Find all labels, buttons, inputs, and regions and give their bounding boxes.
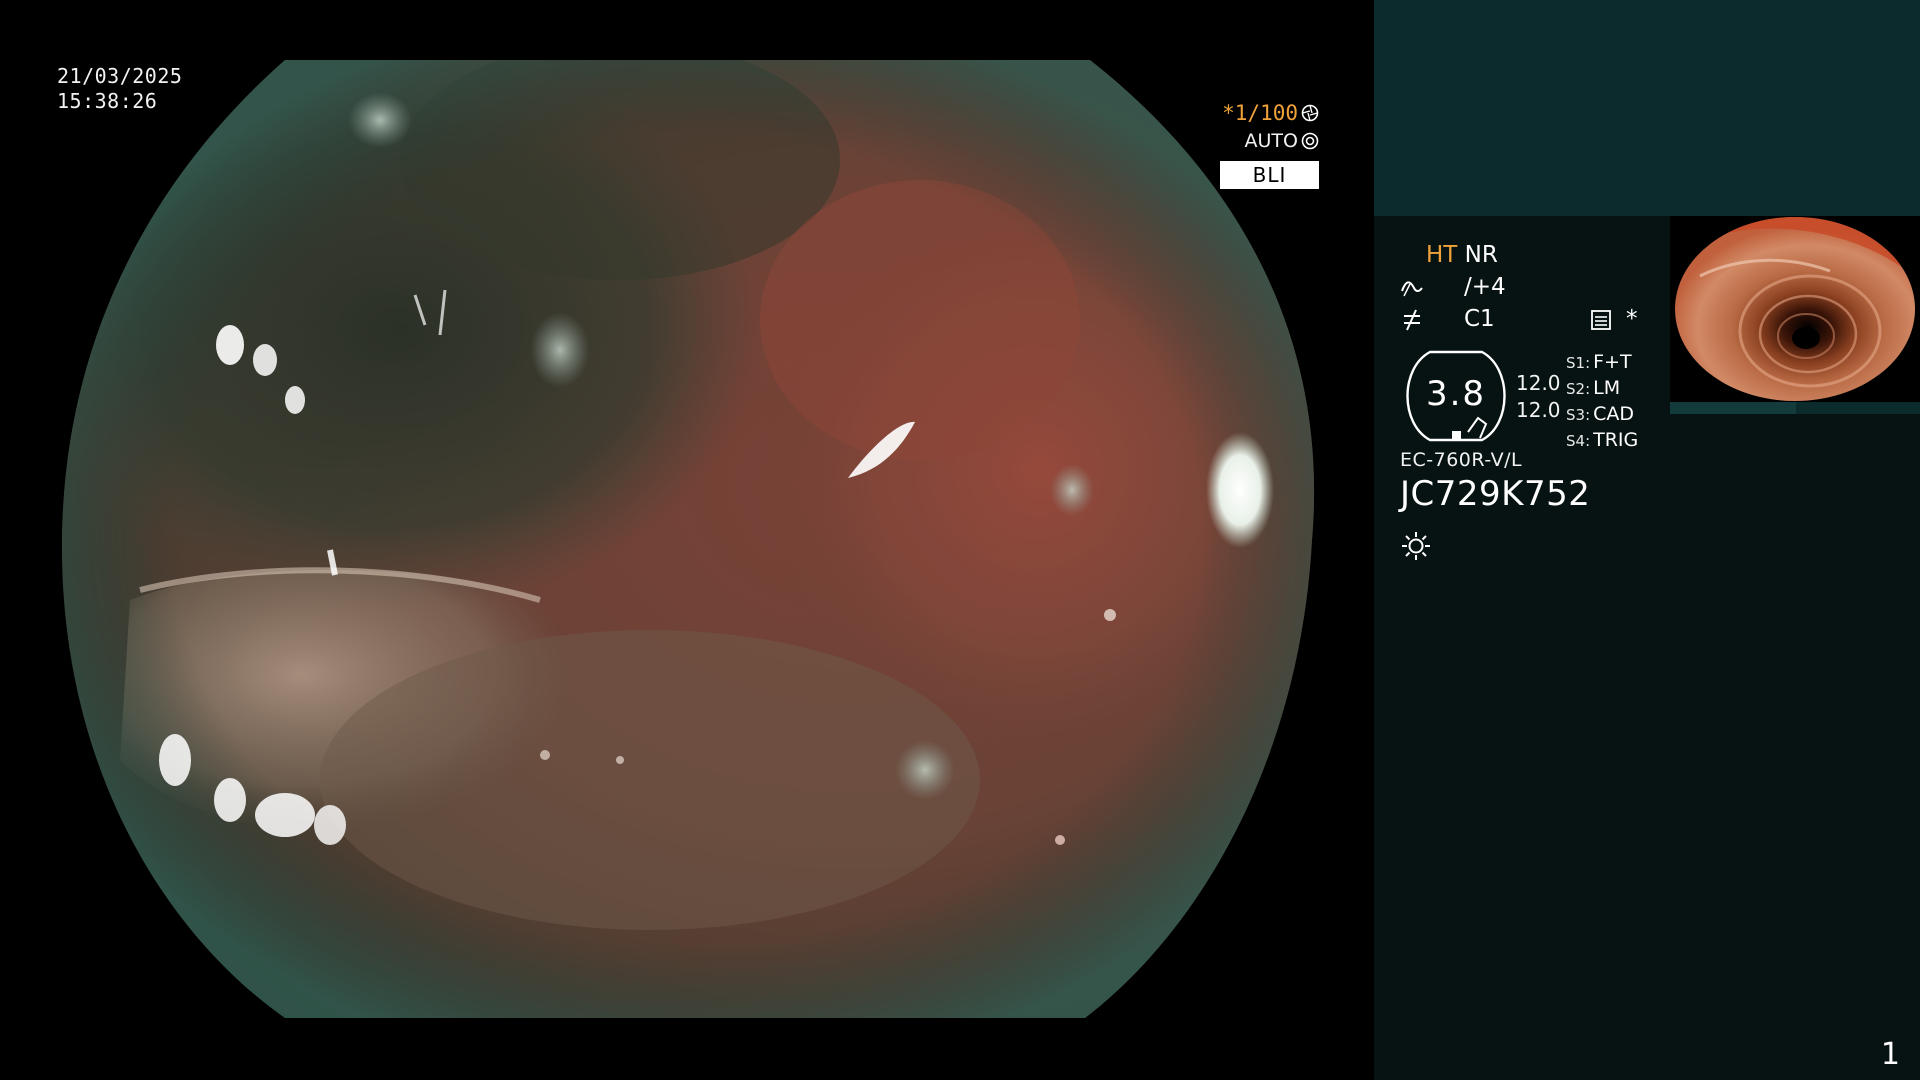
switch-key: S3: <box>1566 406 1591 424</box>
endoscopic-image <box>61 60 1315 1018</box>
image-thumbnail <box>1670 216 1920 402</box>
switch-value: F+T <box>1593 351 1632 373</box>
memory-mark: * <box>1626 306 1638 332</box>
shutter-row: *1/100 <box>1222 99 1319 127</box>
thumbnail-bar-segment <box>1670 402 1796 414</box>
gauge-lower-value: 12.0 <box>1516 398 1561 422</box>
switch-value: TRIG <box>1593 429 1639 451</box>
gauge-upper-value: 12.0 <box>1516 371 1561 395</box>
switch-value: CAD <box>1593 403 1635 425</box>
switch-key: S1: <box>1566 354 1591 372</box>
info-panel: HT NR /+4 C1 * 3.8 12.0 12.0 S1: F+T S2:… <box>1374 0 1920 1080</box>
light-source-icon <box>1402 532 1430 560</box>
scope-serial: JC729K752 <box>1400 474 1591 514</box>
switch-row: S1: F+T <box>1566 350 1638 376</box>
endoscope-view: 21/03/2025 15:38:26 *1/100 AUTO BLI <box>0 0 1374 1080</box>
scope-model: EC-760R-V/L <box>1400 449 1523 471</box>
color-value: C1 <box>1464 306 1495 332</box>
endoscopy-monitor: 21/03/2025 15:38:26 *1/100 AUTO BLI HT N… <box>0 0 1920 1080</box>
ht-nr-row: HT NR <box>1426 242 1498 268</box>
time-text: 15:38:26 <box>57 89 158 113</box>
shutter-icon <box>1301 104 1319 122</box>
color-tone-icon <box>1404 309 1420 331</box>
gauge-numbers: 12.0 12.0 <box>1516 370 1561 424</box>
scope-switch-list: S1: F+T S2: LM S3: CAD S4: TRIG <box>1566 350 1638 454</box>
nr-label: NR <box>1464 242 1498 268</box>
switch-row: S2: LM <box>1566 376 1638 402</box>
exposure-settings: *1/100 AUTO <box>1222 99 1319 155</box>
gauge-value: 3.8 <box>1425 374 1487 414</box>
switch-key: S2: <box>1566 380 1591 398</box>
enhancement-icon <box>1401 281 1423 297</box>
iris-icon <box>1301 132 1319 150</box>
switch-key: S4: <box>1566 432 1591 450</box>
switch-row: S3: CAD <box>1566 402 1638 428</box>
date-text: 21/03/2025 <box>57 64 183 88</box>
info-panel-header <box>1374 0 1920 216</box>
enhance-value: /+4 <box>1464 274 1506 300</box>
thumbnail-image <box>1670 216 1920 402</box>
shutter-speed: *1/100 <box>1222 101 1298 125</box>
thumbnail-bar <box>1670 402 1920 414</box>
switch-value: LM <box>1593 377 1621 399</box>
page-number: 1 <box>1880 1037 1900 1072</box>
ht-label: HT <box>1426 242 1458 268</box>
iris-row: AUTO <box>1222 127 1319 155</box>
light-mode-badge: BLI <box>1220 161 1319 189</box>
magnification-gauge: 3.8 <box>1400 350 1512 442</box>
date-time-display: 21/03/2025 15:38:26 <box>57 64 182 114</box>
iris-mode: AUTO <box>1244 130 1298 152</box>
memory-card-icon <box>1591 310 1611 330</box>
switch-row: S4: TRIG <box>1566 428 1638 454</box>
